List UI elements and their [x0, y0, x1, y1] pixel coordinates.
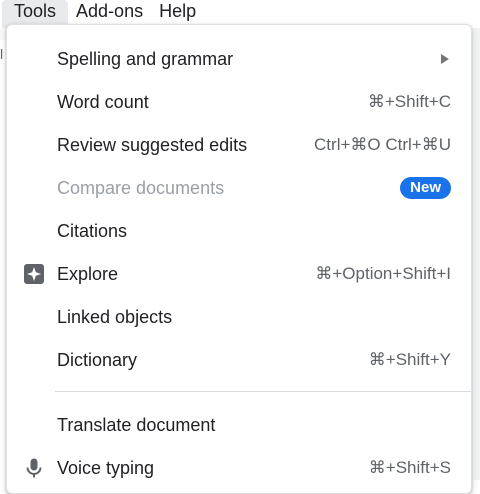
menu-item-shortcut: ⌘+Shift+C [367, 92, 451, 111]
menu-item-label: Compare documents [57, 177, 225, 198]
menu-item-spelling-and-grammar[interactable]: Spelling and grammar [7, 39, 471, 79]
submenu-arrow-icon [441, 54, 449, 64]
menu-item-label: Linked objects [57, 306, 173, 327]
menu-item-label: Translate document [57, 414, 216, 435]
menu-item-shortcut: ⌘+Shift+Y [368, 350, 451, 369]
menu-item-shortcut: Ctrl+⌘O Ctrl+⌘U [314, 135, 451, 154]
menu-item-label: Review suggested edits [57, 134, 248, 155]
explore-icon [23, 263, 45, 285]
menu-item-compare-documents: Compare documents New [7, 168, 471, 208]
menu-item-label: Dictionary [57, 349, 138, 370]
menu-item-label: Spelling and grammar [57, 48, 234, 69]
menu-item-shortcut: ⌘+Shift+S [368, 458, 451, 477]
tools-menu: Spelling and grammar Word count ⌘+Shift+… [6, 24, 472, 494]
document-right-edge [474, 28, 480, 480]
menu-item-explore[interactable]: Explore ⌘+Option+Shift+I [7, 254, 471, 294]
menu-item-label: Explore [57, 263, 119, 284]
ruler-mark: l [0, 46, 4, 62]
menu-separator [55, 391, 471, 392]
menu-item-citations[interactable]: Citations [7, 211, 471, 251]
menu-item-voice-typing[interactable]: Voice typing ⌘+Shift+S [7, 448, 471, 488]
new-badge: New [400, 177, 451, 199]
microphone-icon [23, 457, 45, 479]
menu-item-label: Word count [57, 91, 149, 112]
menu-item-dictionary[interactable]: Dictionary ⌘+Shift+Y [7, 340, 471, 380]
menu-item-translate-document[interactable]: Translate document [7, 405, 471, 445]
menu-item-review-suggested-edits[interactable]: Review suggested edits Ctrl+⌘O Ctrl+⌘U [7, 125, 471, 165]
menu-item-shortcut: ⌘+Option+Shift+I [315, 264, 451, 283]
menu-item-word-count[interactable]: Word count ⌘+Shift+C [7, 82, 471, 122]
menu-item-label: Citations [57, 220, 128, 241]
menu-item-label: Voice typing [57, 457, 155, 478]
menu-item-linked-objects[interactable]: Linked objects [7, 297, 471, 337]
